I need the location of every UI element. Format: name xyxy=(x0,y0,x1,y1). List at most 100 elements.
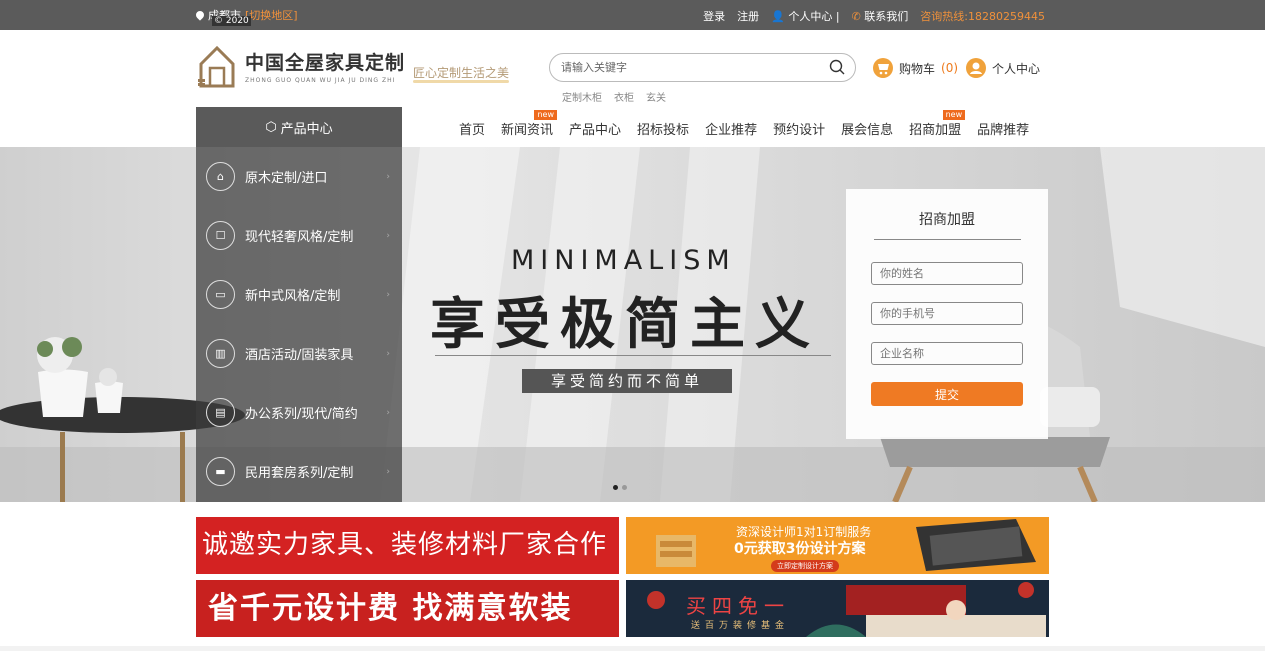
hanger-icon: ⌂ xyxy=(206,162,235,191)
building-icon: ▥ xyxy=(206,339,235,368)
cart-icon xyxy=(873,58,893,78)
user-icon: 👤 xyxy=(771,10,785,23)
switch-region-link[interactable]: [切换地区] xyxy=(245,7,298,23)
main-nav: ⬡ 产品中心 首页 新闻资讯 new 产品中心 招标投标 企业推荐 预约设计 展会… xyxy=(0,107,1265,147)
hero-banner[interactable]: ⌂ 原木定制/进口 › ☐ 现代轻奢风格/定制 › ▭ 新中式风格/定制 › ▥ 酒店活动/固… xyxy=(0,147,1265,502)
category-item[interactable]: ▭ 新中式风格/定制 › xyxy=(196,265,402,324)
banner-en-title: MINIMALISM xyxy=(511,245,736,276)
nav-item-products[interactable]: 产品中心 xyxy=(569,119,621,138)
chevron-right-icon: › xyxy=(386,466,390,477)
contact-us-label: 联系我们 xyxy=(864,10,909,23)
category-header-label: 产品中心 xyxy=(280,121,333,137)
user-center-button[interactable]: 个人中心 xyxy=(966,58,1040,78)
bed-icon: ▬ xyxy=(206,457,235,486)
ad-design-cta[interactable]: 立即定制设计方案 xyxy=(771,560,839,572)
nav-label: 预约设计 xyxy=(773,123,826,138)
nav-item-bidding[interactable]: 招标投标 xyxy=(637,119,689,138)
ad-promo-title: 买四免一 xyxy=(686,594,790,618)
chevron-right-icon: › xyxy=(386,230,390,241)
nav-item-brands[interactable]: 品牌推荐 xyxy=(977,119,1029,138)
nav-item-home[interactable]: 首页 xyxy=(459,119,485,138)
hotline: 咨询热线:18280259445 xyxy=(920,10,1045,23)
ad-banner-promo[interactable]: 买四免一 送百万装修基金 xyxy=(626,580,1049,637)
nav-label: 招商加盟 xyxy=(909,123,962,138)
search-box xyxy=(549,53,856,82)
nav-label: 招标投标 xyxy=(637,123,690,138)
nav-item-franchise[interactable]: 招商加盟 new xyxy=(909,110,966,138)
house-logo-icon xyxy=(198,45,235,88)
login-link[interactable]: 登录 xyxy=(703,8,725,24)
form-title-divider xyxy=(873,239,1021,240)
chevron-right-icon: › xyxy=(386,407,390,418)
category-label: 民用套房系列/定制 xyxy=(245,466,354,481)
couch-icon: ▭ xyxy=(206,280,235,309)
header: 中国全屋家具定制 ZHONG GUO QUAN WU JIA JU DING Z… xyxy=(0,30,1265,107)
top-bar: 成都市 [切换地区] © 2020 登录 注册 👤 个人中心 | ✆ 联系我们 … xyxy=(0,0,1265,30)
franchise-form: 招商加盟 提交 xyxy=(846,189,1048,439)
hot-keywords: 定制木柜 衣柜 玄关 xyxy=(562,89,666,104)
avatar-icon xyxy=(966,58,986,78)
banner-cn-title: 享受极简主义 xyxy=(430,291,821,356)
nav-item-news[interactable]: 新闻资讯 new xyxy=(501,110,558,138)
ad-banner-partner[interactable]: 诚邀实力家具、装修材料厂家合作 xyxy=(196,517,619,574)
site-logo[interactable]: 中国全屋家具定制 ZHONG GUO QUAN WU JIA JU DING Z… xyxy=(197,44,405,88)
company-input[interactable] xyxy=(871,342,1023,365)
nav-label: 新闻资讯 xyxy=(501,123,554,138)
category-header[interactable]: ⬡ 产品中心 xyxy=(196,107,402,147)
category-label: 办公系列/现代/简约 xyxy=(245,407,358,422)
banner-subtitle: 享受简约而不简单 xyxy=(522,369,732,393)
ad-design-line2: 0元获取3份设计方案 xyxy=(734,541,866,557)
nav-label: 首页 xyxy=(459,123,486,138)
phone-icon: ✆ xyxy=(851,10,861,23)
hotword-link[interactable]: 定制木柜 xyxy=(562,89,602,104)
top-links: 登录 注册 👤 个人中心 | ✆ 联系我们 咨询热线:18280259445 xyxy=(703,8,1045,24)
cart-count: (0) xyxy=(941,61,959,75)
chevron-right-icon: › xyxy=(386,348,390,359)
category-label: 原木定制/进口 xyxy=(245,171,328,186)
ad-banner-savings[interactable]: 省千元设计费 找满意软装 xyxy=(196,580,619,637)
ad-promo-subtitle: 送百万装修基金 xyxy=(691,621,790,631)
slogan: 匠心定制生活之美 xyxy=(413,66,510,80)
hotword-link[interactable]: 衣柜 xyxy=(614,89,634,104)
phone-input[interactable] xyxy=(871,302,1023,325)
category-item[interactable]: ⌂ 原木定制/进口 › xyxy=(196,147,402,206)
banner-divider xyxy=(435,355,831,356)
register-link[interactable]: 注册 xyxy=(737,8,759,24)
submit-button[interactable]: 提交 xyxy=(871,382,1023,406)
nav-label: 企业推荐 xyxy=(705,123,758,138)
nav-item-exhibitions[interactable]: 展会信息 xyxy=(841,119,893,138)
desk-icon: ▤ xyxy=(206,398,235,427)
nav-label: 展会信息 xyxy=(841,123,894,138)
hotword-link[interactable]: 玄关 xyxy=(646,89,666,104)
form-title: 招商加盟 xyxy=(919,212,975,228)
logo-subtitle: ZHONG GUO QUAN WU JIA JU DING ZHI xyxy=(245,77,396,84)
category-item[interactable]: ☐ 现代轻奢风格/定制 › xyxy=(196,206,402,265)
cart-button[interactable]: 购物车 (0) xyxy=(873,58,958,78)
nav-item-design[interactable]: 预约设计 xyxy=(773,119,825,138)
ad-grid: 诚邀实力家具、装修材料厂家合作 资深设计师1对1订制服务 0元获取3份设计方案 … xyxy=(196,517,1049,638)
search-input[interactable] xyxy=(561,54,821,81)
user-center-label: 个人中心 xyxy=(992,61,1041,76)
category-item[interactable]: ▤ 办公系列/现代/简约 › xyxy=(196,383,402,442)
search-icon[interactable] xyxy=(829,59,845,75)
ad-banner-design[interactable]: 资深设计师1对1订制服务 0元获取3份设计方案 立即定制设计方案 xyxy=(626,517,1049,574)
category-item[interactable]: ▥ 酒店活动/固装家具 › xyxy=(196,324,402,383)
personal-center-link[interactable]: 👤 个人中心 | xyxy=(771,8,839,24)
slogan-underline xyxy=(413,80,509,83)
category-label: 酒店活动/固装家具 xyxy=(245,348,354,363)
carousel-dot[interactable] xyxy=(622,485,627,490)
name-input[interactable] xyxy=(871,262,1023,285)
logo-title: 中国全屋家具定制 xyxy=(245,52,406,74)
new-badge: new xyxy=(942,110,966,120)
category-label: 新中式风格/定制 xyxy=(245,289,341,304)
chevron-right-icon: › xyxy=(386,289,390,300)
category-item[interactable]: ▬ 民用套房系列/定制 › xyxy=(196,442,402,501)
page-divider xyxy=(0,646,1265,651)
chevron-right-icon: › xyxy=(386,171,390,182)
cart-label: 购物车 xyxy=(899,61,936,76)
nav-label: 品牌推荐 xyxy=(977,123,1030,138)
nav-item-enterprises[interactable]: 企业推荐 xyxy=(705,119,757,138)
carousel-dot-active[interactable] xyxy=(613,485,618,490)
category-label: 现代轻奢风格/定制 xyxy=(245,230,354,245)
contact-us-link[interactable]: ✆ 联系我们 xyxy=(852,8,909,24)
